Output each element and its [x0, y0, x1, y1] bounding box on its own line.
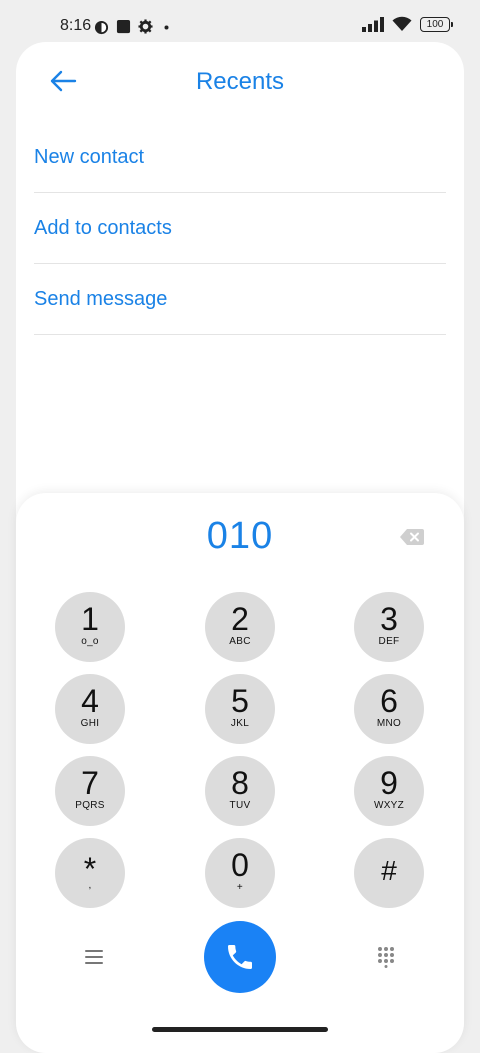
status-time: 8:16 — [60, 17, 92, 34]
key-digit: 7 — [81, 765, 99, 801]
key-letters: DEF — [378, 636, 400, 647]
key-digit: 9 — [380, 765, 398, 801]
call-button[interactable] — [204, 921, 276, 993]
key-9[interactable]: 9 WXYZ — [354, 756, 424, 826]
battery-level: 100 — [426, 18, 444, 30]
key-2[interactable]: 2 ABC — [205, 592, 275, 662]
key-4[interactable]: 4 GHI — [55, 674, 125, 744]
key-digit: 2 — [231, 601, 249, 637]
menu-item-label: New contact — [34, 145, 145, 168]
key-letters: ABC — [229, 636, 251, 647]
square-notification-icon — [116, 19, 131, 34]
key-digit: 4 — [81, 683, 99, 719]
key-star[interactable]: * , — [55, 838, 125, 908]
dialed-number: 010 — [206, 515, 274, 557]
menu-item-label: Add to contacts — [34, 216, 172, 239]
key-digit: 5 — [231, 683, 249, 719]
dialpad-sheet: 010 1 o_o 2 ABC 3 DEF 4 GHI 5 JKL 6 MNO … — [16, 493, 464, 1053]
key-5[interactable]: 5 JKL — [205, 674, 275, 744]
add-to-contacts-item[interactable]: Add to contacts — [34, 193, 446, 264]
key-letters: GHI — [80, 718, 100, 729]
key-digit: 6 — [380, 683, 398, 719]
menu-icon[interactable] — [84, 949, 104, 965]
key-digit: # — [381, 855, 397, 886]
key-digit: 1 — [81, 601, 99, 637]
key-6[interactable]: 6 MNO — [354, 674, 424, 744]
key-letters: WXYZ — [373, 800, 405, 811]
key-1[interactable]: 1 o_o — [55, 592, 125, 662]
wifi-icon — [392, 16, 412, 31]
dot-icon — [164, 25, 169, 30]
key-hash[interactable]: # — [354, 838, 424, 908]
key-3[interactable]: 3 DEF — [354, 592, 424, 662]
key-letters: , — [88, 880, 92, 891]
key-letters: TUV — [229, 800, 251, 811]
new-contact-item[interactable]: New contact — [34, 122, 446, 193]
key-7[interactable]: 7 PQRS — [55, 756, 125, 826]
key-8[interactable]: 8 TUV — [205, 756, 275, 826]
key-letters: MNO — [376, 718, 402, 729]
action-menu: New contact Add to contacts Send message — [34, 122, 446, 335]
phone-icon — [228, 945, 252, 969]
battery-icon: 100 — [420, 16, 453, 32]
key-0[interactable]: 0 + — [205, 838, 275, 908]
signal-icon — [362, 16, 384, 32]
status-right-group: 100 — [362, 16, 453, 32]
key-letters: JKL — [230, 718, 250, 729]
dialpad-toggle-icon[interactable] — [377, 946, 395, 968]
page-title: Recents — [195, 68, 285, 95]
key-letters: + — [236, 882, 244, 893]
home-indicator[interactable] — [152, 1027, 328, 1032]
key-letters: PQRS — [75, 800, 105, 811]
backspace-icon[interactable] — [400, 529, 424, 545]
clock-app-icon — [94, 20, 109, 35]
key-letters: o_o — [81, 636, 99, 647]
status-bar: 8:16 100 — [0, 0, 480, 44]
gear-icon — [138, 19, 153, 34]
menu-item-label: Send message — [34, 287, 168, 310]
key-digit: 0 — [231, 847, 249, 883]
key-digit: 3 — [380, 601, 398, 637]
send-message-item[interactable]: Send message — [34, 264, 446, 335]
key-digit: 8 — [231, 765, 249, 801]
